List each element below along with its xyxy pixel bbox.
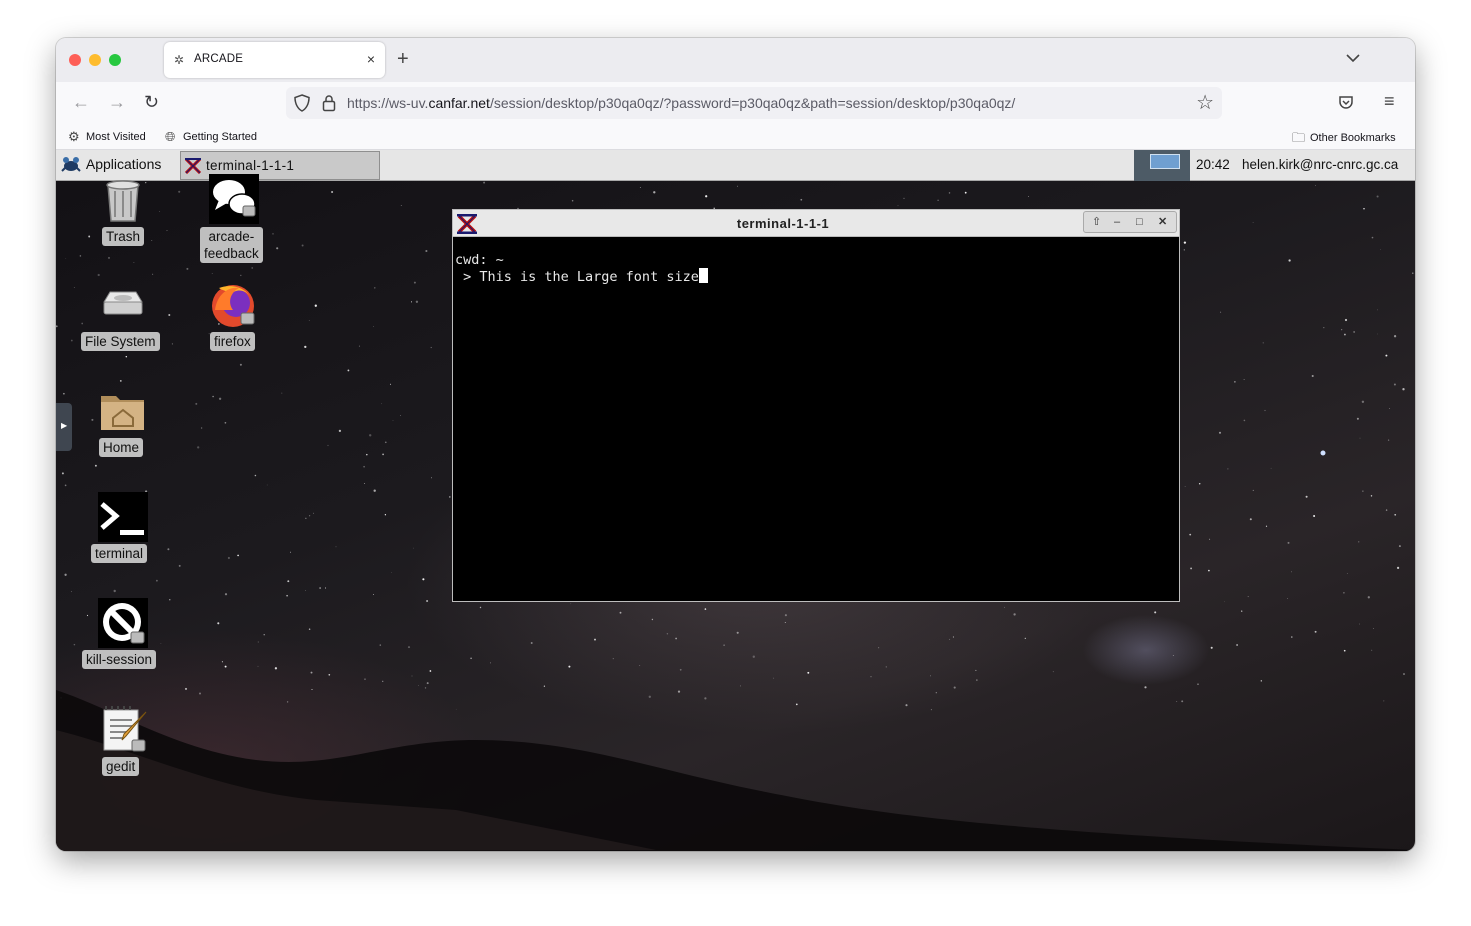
terminal-cursor [698, 268, 708, 283]
tab-close-icon[interactable]: × [367, 51, 375, 67]
terminal-titlebar[interactable]: terminal-1-1-1 ⇧ – □ ✕ [453, 210, 1179, 237]
pocket-icon[interactable] [1338, 95, 1354, 111]
terminal-title: terminal-1-1-1 [736, 216, 830, 231]
text-editor-icon [103, 706, 147, 752]
side-panel-handle[interactable]: ▶ [56, 403, 72, 451]
remote-desktop[interactable]: Applications terminal-1-1-1 20:42 helen.… [56, 150, 1415, 851]
minimize-window-button[interactable] [89, 54, 101, 66]
nav-bar: ← → ↻ https://ws-uv.canfar.net/session/d… [56, 82, 1415, 124]
home-folder-icon [101, 396, 144, 430]
browser-window: ✲ ARCADE × + ← → ↻ https://ws-uv.canfar.… [56, 38, 1415, 851]
close-window-button[interactable] [69, 54, 81, 66]
hamburger-menu-icon[interactable]: ≡ [1384, 92, 1395, 110]
tab-strip: ✲ ARCADE × + [56, 38, 1415, 82]
window-controls: ⇧ – □ ✕ [1083, 211, 1177, 233]
trash-icon [106, 180, 140, 222]
workspace-1[interactable] [1150, 154, 1180, 169]
puzzle-icon: ✲ [174, 53, 185, 67]
terminal-window[interactable]: terminal-1-1-1 ⇧ – □ ✕ cwd: ~ > This is … [452, 209, 1180, 602]
reload-button[interactable]: ↻ [144, 93, 159, 111]
terminal-output[interactable]: cwd: ~ > This is the Large font size [455, 252, 708, 285]
tab-list-chevron-icon[interactable] [1346, 51, 1360, 66]
panel-user: helen.kirk@nrc-cnrc.gc.ca [1242, 157, 1399, 172]
shade-up-icon[interactable]: ⇧ [1092, 215, 1101, 229]
terminal-prompt-icon [98, 492, 148, 542]
bookmark-getting-started[interactable]: 🌐︎ Getting Started [165, 129, 257, 145]
applications-mouse-icon [61, 157, 81, 172]
maximize-icon[interactable]: □ [1136, 215, 1143, 229]
back-button[interactable]: ← [72, 93, 90, 111]
hard-drive-icon [103, 291, 143, 315]
folder-icon: 🗀 [1292, 130, 1306, 145]
xfce-panel: Applications terminal-1-1-1 20:42 helen.… [56, 150, 1415, 181]
close-icon[interactable]: ✕ [1158, 215, 1167, 229]
gear-icon: ⚙ [68, 129, 80, 144]
panel-clock: 20:42 [1196, 157, 1230, 172]
tab-arcade[interactable]: ✲ ARCADE × [164, 42, 385, 78]
new-tab-button[interactable]: + [397, 49, 409, 69]
expand-arrow-icon: ▶ [61, 421, 68, 430]
shield-icon[interactable] [294, 94, 310, 112]
minimize-icon[interactable]: – [1114, 215, 1120, 229]
lock-icon[interactable] [322, 94, 336, 112]
workspace-pager[interactable] [1134, 150, 1190, 181]
bookmark-star-icon[interactable]: ☆ [1196, 92, 1214, 114]
forward-button[interactable]: → [108, 93, 126, 111]
tab-title: ARCADE [194, 53, 244, 65]
kill-session-icon [98, 598, 148, 648]
url-text[interactable]: https://ws-uv.canfar.net/session/desktop… [347, 95, 1015, 111]
bookmark-most-visited[interactable]: ⚙ Most Visited [68, 129, 146, 145]
chat-bubbles-icon [209, 174, 259, 224]
x-terminal-icon [185, 158, 201, 174]
firefox-icon [212, 285, 255, 327]
zoom-window-button[interactable] [109, 54, 121, 66]
bookmark-other-bookmarks[interactable]: 🗀 Other Bookmarks [1292, 129, 1396, 151]
bookmarks-toolbar: ⚙ Most Visited 🌐︎ Getting Started 🗀 Other B… [56, 124, 1415, 150]
globe-icon: 🌐︎ [165, 129, 176, 144]
url-bar[interactable]: https://ws-uv.canfar.net/session/desktop… [286, 87, 1222, 119]
